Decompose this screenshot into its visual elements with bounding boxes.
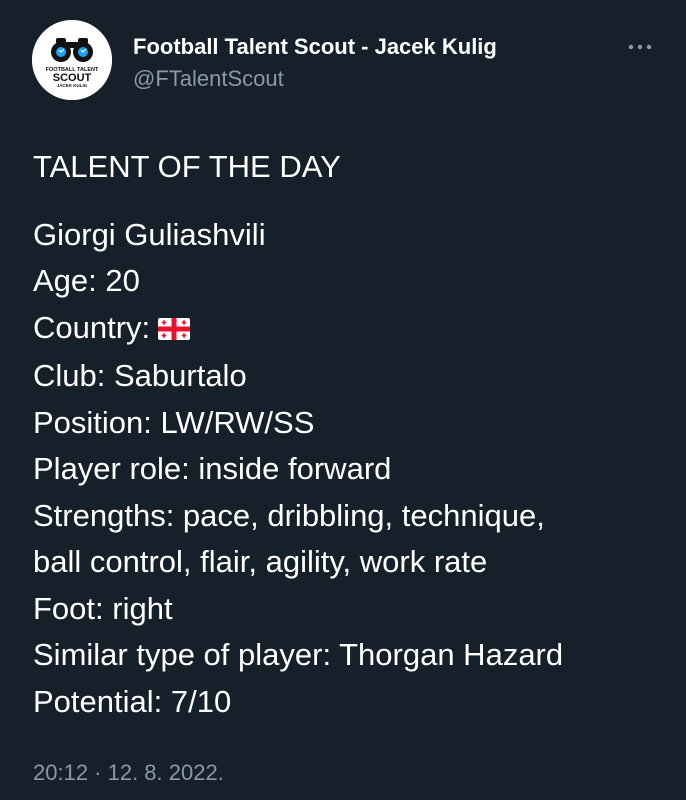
tweet: FOOTBALL TALENT SCOUT JACEK KULIG Footba… <box>0 0 686 800</box>
scout-logo: FOOTBALL TALENT SCOUT JACEK KULIG <box>32 20 112 100</box>
player-club: Club: Saburtalo <box>33 358 247 393</box>
logo-line3: JACEK KULIG <box>57 83 88 88</box>
more-options-icon <box>628 44 652 50</box>
author-info: Football Talent Scout - Jacek Kulig @FTa… <box>133 32 497 94</box>
author-handle[interactable]: @FTalentScout <box>133 64 497 94</box>
player-role: Player role: inside forward <box>33 451 392 486</box>
author-display-name[interactable]: Football Talent Scout - Jacek Kulig <box>133 32 497 62</box>
player-strengths-1: Strengths: pace, dribbling, technique, <box>33 497 545 533</box>
tweet-heading: TALENT OF THE DAY <box>33 149 341 184</box>
player-foot: Foot: right <box>33 590 173 626</box>
player-potential: Potential: 7/10 <box>33 683 232 719</box>
georgia-flag-icon <box>158 307 191 354</box>
more-options-button[interactable] <box>620 34 660 60</box>
player-position: Position: LW/RW/SS <box>33 404 315 440</box>
tweet-text: TALENT OF THE DAY Giorgi Guliashvili Age… <box>33 144 673 725</box>
player-age: Age: 20 <box>33 263 140 298</box>
avatar[interactable]: FOOTBALL TALENT SCOUT JACEK KULIG <box>32 20 112 100</box>
tweet-timestamp[interactable]: 20:12 · 12. 8. 2022. <box>33 758 224 788</box>
player-country: Country: <box>33 305 673 354</box>
player-strengths-2: ball control, flair, agility, work rate <box>33 544 488 579</box>
player-similar: Similar type of player: Thorgan Hazard <box>33 637 564 672</box>
country-label: Country: <box>33 309 151 345</box>
player-name: Giorgi Guliashvili <box>33 216 266 252</box>
